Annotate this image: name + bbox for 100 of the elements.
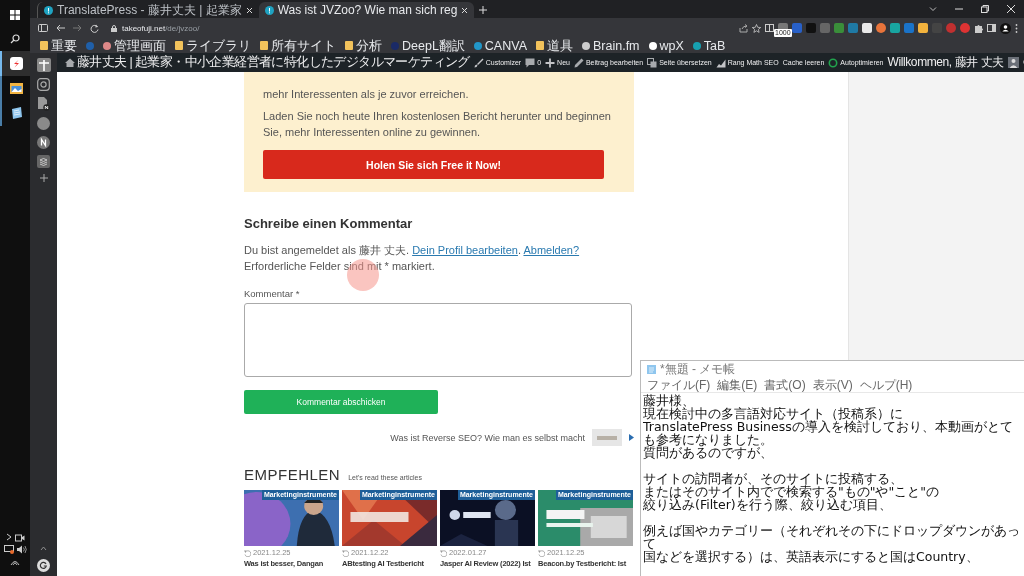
text-line: TranslatePress Businessの導入を検討しており、本動画がとても参考になりました。 <box>643 420 1014 446</box>
circle-app-icon[interactable] <box>37 117 50 130</box>
plus-icon[interactable] <box>39 174 48 182</box>
star-icon[interactable] <box>752 23 761 33</box>
site-icon <box>582 41 590 50</box>
notepad-icon <box>9 107 23 120</box>
next-post-link[interactable]: Was ist Reverse SEO? Wie man es selbst macht <box>390 432 585 443</box>
menu-item[interactable]: 表示(V) <box>812 377 853 392</box>
site-icon <box>44 5 53 15</box>
welcome-text[interactable]: Willkommen, 藤井 丈夫 <box>887 55 1005 70</box>
pencil-icon <box>573 57 584 68</box>
minimize-icon[interactable] <box>955 5 963 13</box>
account-icon[interactable] <box>37 559 50 572</box>
menu-item[interactable]: 書式(O) <box>764 377 806 392</box>
bookmark[interactable]: Brain.fm <box>582 38 640 53</box>
search-icon[interactable] <box>10 34 20 44</box>
n-app-icon[interactable] <box>37 136 50 149</box>
restore-icon[interactable] <box>981 5 989 13</box>
callout-text: Laden Sie noch heute Ihren kostenlosen Bericht herunter und beginnen Sie, mehr Interessenten online zu gewinnen. <box>263 109 612 140</box>
section-heading: Schreibe einen Kommentar <box>244 216 414 232</box>
bookmark[interactable]: CANVA <box>473 38 527 53</box>
folder-icon <box>260 41 268 50</box>
download-button[interactable]: Holen Sie sich Free it Now! <box>263 150 604 179</box>
forward-icon[interactable] <box>73 24 82 32</box>
refresh-icon <box>342 549 349 557</box>
field-label: Kommentar * <box>244 288 301 300</box>
comment-field[interactable] <box>244 303 632 377</box>
taskbar-app[interactable] <box>0 51 30 76</box>
site-icon <box>692 41 701 50</box>
refresh-icon <box>440 549 447 557</box>
tab-title: TranslatePress - 藤井丈夫 | 起業家 <box>57 3 242 17</box>
image-app-icon <box>9 82 23 95</box>
app-icon <box>9 57 23 70</box>
side-panel-icon[interactable] <box>987 24 996 32</box>
chevron-icon[interactable] <box>5 533 12 541</box>
comment-icon <box>525 57 536 68</box>
section-heading: EMPFEHLEN <box>244 466 341 483</box>
text-line: 質問があるのですが、 <box>643 446 773 459</box>
bookmark[interactable]: 管理画面 <box>103 38 166 53</box>
bookmark[interactable]: wpX <box>648 38 684 53</box>
close-icon[interactable] <box>461 6 469 14</box>
layers-icon[interactable] <box>37 155 50 168</box>
text-link[interactable]: Abmelden? <box>523 244 580 256</box>
folder-icon <box>536 41 544 50</box>
text-line: 国などを選択する）は、英語表示にすると国はCountry、 <box>643 550 979 563</box>
speaker-icon[interactable] <box>16 545 27 554</box>
back-icon[interactable] <box>56 24 65 32</box>
share-icon[interactable] <box>739 23 748 33</box>
callout-text: mehr Interessenten als je zuvor erreichen. <box>263 87 470 102</box>
bookmark[interactable]: 道具 <box>536 38 573 53</box>
windows-start-icon[interactable] <box>10 10 20 20</box>
plus-icon <box>545 57 556 68</box>
sidebar-icon[interactable] <box>38 24 48 32</box>
brush-icon <box>473 57 484 68</box>
avatar-icon[interactable] <box>1008 57 1020 68</box>
bookmark[interactable]: TaB <box>692 38 726 53</box>
reading-icon[interactable] <box>765 24 774 32</box>
puzzle-icon[interactable] <box>974 23 983 33</box>
text-line: 藤井様、 <box>643 394 695 407</box>
screen-icon[interactable] <box>3 545 14 554</box>
bookmark[interactable]: DeepL翻訳 <box>391 38 465 53</box>
menu-item[interactable]: ファイル(F) <box>647 377 711 392</box>
menu-item[interactable]: ヘルプ(H) <box>859 377 913 392</box>
chevron-up-icon[interactable] <box>40 546 47 551</box>
camera-icon[interactable] <box>14 533 25 542</box>
window-title: *無題 - メモ帳 <box>660 362 736 376</box>
text-link[interactable]: Dein Profil bearbeiten <box>412 244 518 256</box>
refresh-icon <box>538 549 545 557</box>
lock-icon <box>111 24 117 32</box>
menu-icon[interactable] <box>1015 23 1018 33</box>
text-line: 絞り込み(Filter)を行う際、絞り込む項目、 <box>643 498 892 511</box>
notepad-icon <box>647 364 656 374</box>
bookmark[interactable]: 分析 <box>345 38 382 53</box>
chart-icon <box>715 57 726 68</box>
close-icon[interactable] <box>245 6 253 14</box>
bookmark[interactable]: ライブラリ <box>175 38 251 53</box>
menu-item[interactable]: 編集(E) <box>717 377 758 392</box>
bookmark[interactable]: 重要 <box>40 38 77 53</box>
post-thumbnail[interactable] <box>592 429 622 446</box>
folder-icon <box>40 41 48 50</box>
reload-icon[interactable] <box>90 23 99 33</box>
profile-icon[interactable] <box>1000 22 1011 34</box>
folder-icon <box>345 41 353 50</box>
refresh-icon <box>244 549 251 557</box>
site-icon <box>391 41 399 50</box>
login-notice: Du bist angemeldet als 藤井 丈夫. Dein Profil bearbeiten. Abmelden? Erforderliche Felder sind mit * markiert. <box>244 243 581 274</box>
translate-icon <box>647 57 658 68</box>
text-line: 現在検討中の多言語対応サイト（投稿系）に <box>643 407 903 420</box>
home-icon <box>65 58 75 67</box>
bookmark[interactable]: 所有サイト <box>260 38 336 53</box>
next-arrow-icon[interactable] <box>629 434 634 441</box>
text-line: サイトの訪問者が、そのサイトに投稿する、 <box>643 472 903 485</box>
close-icon[interactable] <box>1007 5 1015 13</box>
caret-icon[interactable] <box>929 6 937 12</box>
camera-icon[interactable] <box>37 78 50 91</box>
tab-title: Was ist JVZoo? Wie man sich reg <box>277 3 458 17</box>
browser-tab[interactable]: Was ist JVZoo? Wie man sich reg <box>258 2 475 18</box>
admin-bar-link[interactable]: 藤井丈夫 | 起業家・中小企業経営者に特化したデジタルマーケティング <box>65 55 470 70</box>
plus-tile-icon[interactable] <box>36 58 51 72</box>
document-icon[interactable] <box>37 97 50 111</box>
